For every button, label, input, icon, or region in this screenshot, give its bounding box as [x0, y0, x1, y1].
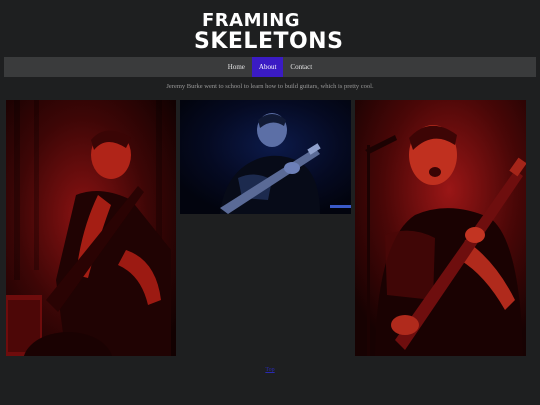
nav-contact-link[interactable]: Contact	[283, 57, 319, 77]
logo-line2: SKELETONS	[194, 29, 343, 52]
photo-guitarist-red-right	[355, 100, 526, 356]
nav-home-link[interactable]: Home	[221, 57, 252, 77]
photo-guitarist-red-left	[6, 100, 176, 356]
logo-line1: FRAMING	[202, 10, 300, 31]
site-logo[interactable]: FRAMING SKELETONS	[0, 6, 540, 52]
photo-guitarist-blue-center	[180, 100, 351, 214]
about-text: Jeremy Burke went to school to learn how…	[166, 83, 374, 90]
nav-about-link[interactable]: About	[251, 57, 284, 77]
main-navbar: Home About Contact	[4, 57, 536, 77]
back-to-top-link[interactable]: Top	[0, 367, 540, 373]
